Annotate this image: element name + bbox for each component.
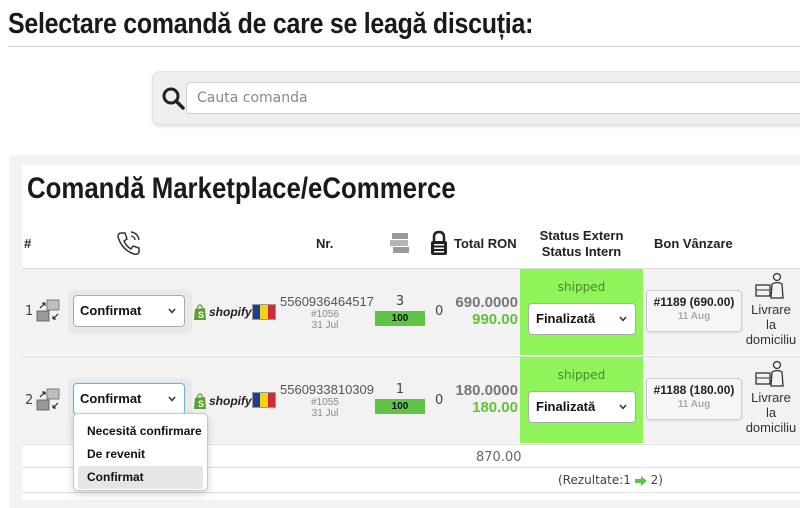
expand-arrows-icon[interactable] bbox=[36, 299, 62, 323]
total-original: 690.0000 bbox=[455, 294, 518, 311]
order-ref: #1055 bbox=[311, 397, 339, 408]
header-status: Status Extern Status Intern bbox=[520, 228, 643, 260]
shopify-bag-icon: S bbox=[194, 304, 206, 320]
bon-card[interactable]: #1189 (690.00) 11 Aug bbox=[646, 290, 742, 332]
platform-name: shopify bbox=[209, 394, 252, 408]
panel-title: Comandă Marketplace/eCommerce bbox=[27, 172, 456, 205]
bon-title: #1189 (690.00) bbox=[653, 295, 735, 309]
dropdown-option[interactable]: Necesită confirmare bbox=[78, 420, 203, 443]
row-index: 2 bbox=[25, 393, 34, 408]
arrow-right-icon[interactable] bbox=[634, 475, 647, 486]
total-cell: 180.0000 180.00 bbox=[440, 382, 518, 416]
svg-text:S: S bbox=[198, 310, 204, 320]
chevron-down-icon bbox=[168, 396, 176, 402]
confirm-status-value: Confirmat bbox=[80, 391, 142, 406]
row-divider bbox=[22, 492, 800, 493]
sum-total: 870.00 bbox=[476, 450, 522, 465]
header-total: Total RON bbox=[454, 236, 517, 251]
order-number[interactable]: 5560933810309 #1055 31 Jul bbox=[280, 382, 374, 419]
delivery-line-2: la bbox=[765, 405, 777, 420]
status-extern: shipped bbox=[557, 368, 606, 382]
romania-flag-icon bbox=[252, 304, 276, 320]
header-bon: Bon Vânzare bbox=[654, 236, 733, 251]
lock-icon bbox=[431, 230, 447, 255]
status-extern: shipped bbox=[557, 280, 606, 294]
order-id: 5560933810309 bbox=[280, 382, 374, 397]
search-icon[interactable] bbox=[161, 86, 185, 110]
header-number: Nr. bbox=[316, 236, 334, 251]
chevron-down-icon bbox=[619, 316, 627, 322]
shopify-logo: S shopify bbox=[193, 393, 253, 411]
confirm-status-select[interactable]: Confirmat bbox=[73, 383, 185, 415]
status-intern-select[interactable]: Finalizată bbox=[528, 391, 636, 423]
phone-icon bbox=[117, 231, 140, 255]
chevron-down-icon bbox=[168, 308, 176, 314]
confirm-status-value: Confirmat bbox=[80, 303, 142, 318]
results-pagination: (Rezultate:1 2) bbox=[558, 473, 663, 487]
shopify-bag-icon: S bbox=[194, 393, 206, 409]
dropdown-option-selected[interactable]: Confirmat bbox=[78, 466, 203, 489]
delivery-line-2: la bbox=[765, 317, 777, 332]
bon-date: 11 Aug bbox=[677, 311, 711, 322]
status-intern-value: Finalizată bbox=[536, 399, 596, 414]
header-status-intern: Status Intern bbox=[541, 244, 622, 259]
total-final: 990.00 bbox=[472, 311, 518, 328]
page-title: Selectare comandă de care se leagă discu… bbox=[8, 8, 534, 40]
courier-icon bbox=[755, 272, 784, 299]
quantity-bar: 100 bbox=[375, 399, 425, 414]
expand-arrows-icon[interactable] bbox=[36, 388, 62, 412]
search-box bbox=[152, 71, 800, 125]
title-divider bbox=[8, 46, 800, 47]
row-index: 1 bbox=[25, 304, 34, 319]
quantity-cell: 1 100 bbox=[375, 382, 425, 414]
header-status-extern: Status Extern bbox=[539, 228, 624, 243]
svg-text:S: S bbox=[198, 399, 204, 409]
delivery-line-1: Livrare bbox=[751, 302, 791, 317]
confirm-select-wrap: Confirmat bbox=[68, 290, 192, 334]
confirm-status-dropdown: Necesită confirmare De revenit Confirmat bbox=[73, 413, 208, 491]
order-id: 5560936464517 bbox=[280, 294, 374, 309]
delivery-line-1: Livrare bbox=[751, 390, 791, 405]
total-original: 180.0000 bbox=[455, 382, 518, 399]
delivery-cell: Livrare la domiciliu bbox=[741, 272, 800, 347]
confirm-status-select[interactable]: Confirmat bbox=[73, 295, 185, 327]
results-next-page[interactable]: 2) bbox=[651, 473, 663, 487]
search-input[interactable] bbox=[186, 82, 800, 114]
header-index: # bbox=[24, 236, 32, 251]
results-prefix: (Rezultate:1 bbox=[558, 473, 631, 487]
total-final: 180.00 bbox=[472, 399, 518, 416]
platform-name: shopify bbox=[209, 305, 252, 319]
boxes-icon bbox=[390, 233, 409, 253]
order-ref: #1056 bbox=[311, 309, 339, 320]
total-cell: 690.0000 990.00 bbox=[440, 294, 518, 328]
status-intern-select[interactable]: Finalizată bbox=[528, 303, 636, 335]
status-intern-value: Finalizată bbox=[536, 311, 596, 326]
quantity-bar: 100 bbox=[375, 311, 425, 326]
shopify-logo: S shopify bbox=[193, 304, 253, 322]
quantity-value: 1 bbox=[395, 382, 405, 397]
bon-title: #1188 (180.00) bbox=[653, 383, 735, 397]
romania-flag-icon bbox=[252, 392, 276, 408]
order-date: 31 Jul bbox=[311, 320, 339, 331]
dropdown-option[interactable]: De revenit bbox=[78, 443, 203, 466]
order-date: 31 Jul bbox=[311, 408, 339, 419]
bon-card[interactable]: #1188 (180.00) 11 Aug bbox=[646, 378, 742, 420]
chevron-down-icon bbox=[619, 404, 627, 410]
bon-date: 11 Aug bbox=[677, 399, 711, 410]
courier-icon bbox=[755, 360, 784, 387]
quantity-value: 3 bbox=[395, 294, 405, 309]
quantity-cell: 3 100 bbox=[375, 294, 425, 326]
order-number[interactable]: 5560936464517 #1056 31 Jul bbox=[280, 294, 374, 331]
delivery-cell: Livrare la domiciliu bbox=[741, 360, 800, 435]
delivery-line-3: domiciliu bbox=[745, 420, 797, 435]
delivery-line-3: domiciliu bbox=[745, 332, 797, 347]
